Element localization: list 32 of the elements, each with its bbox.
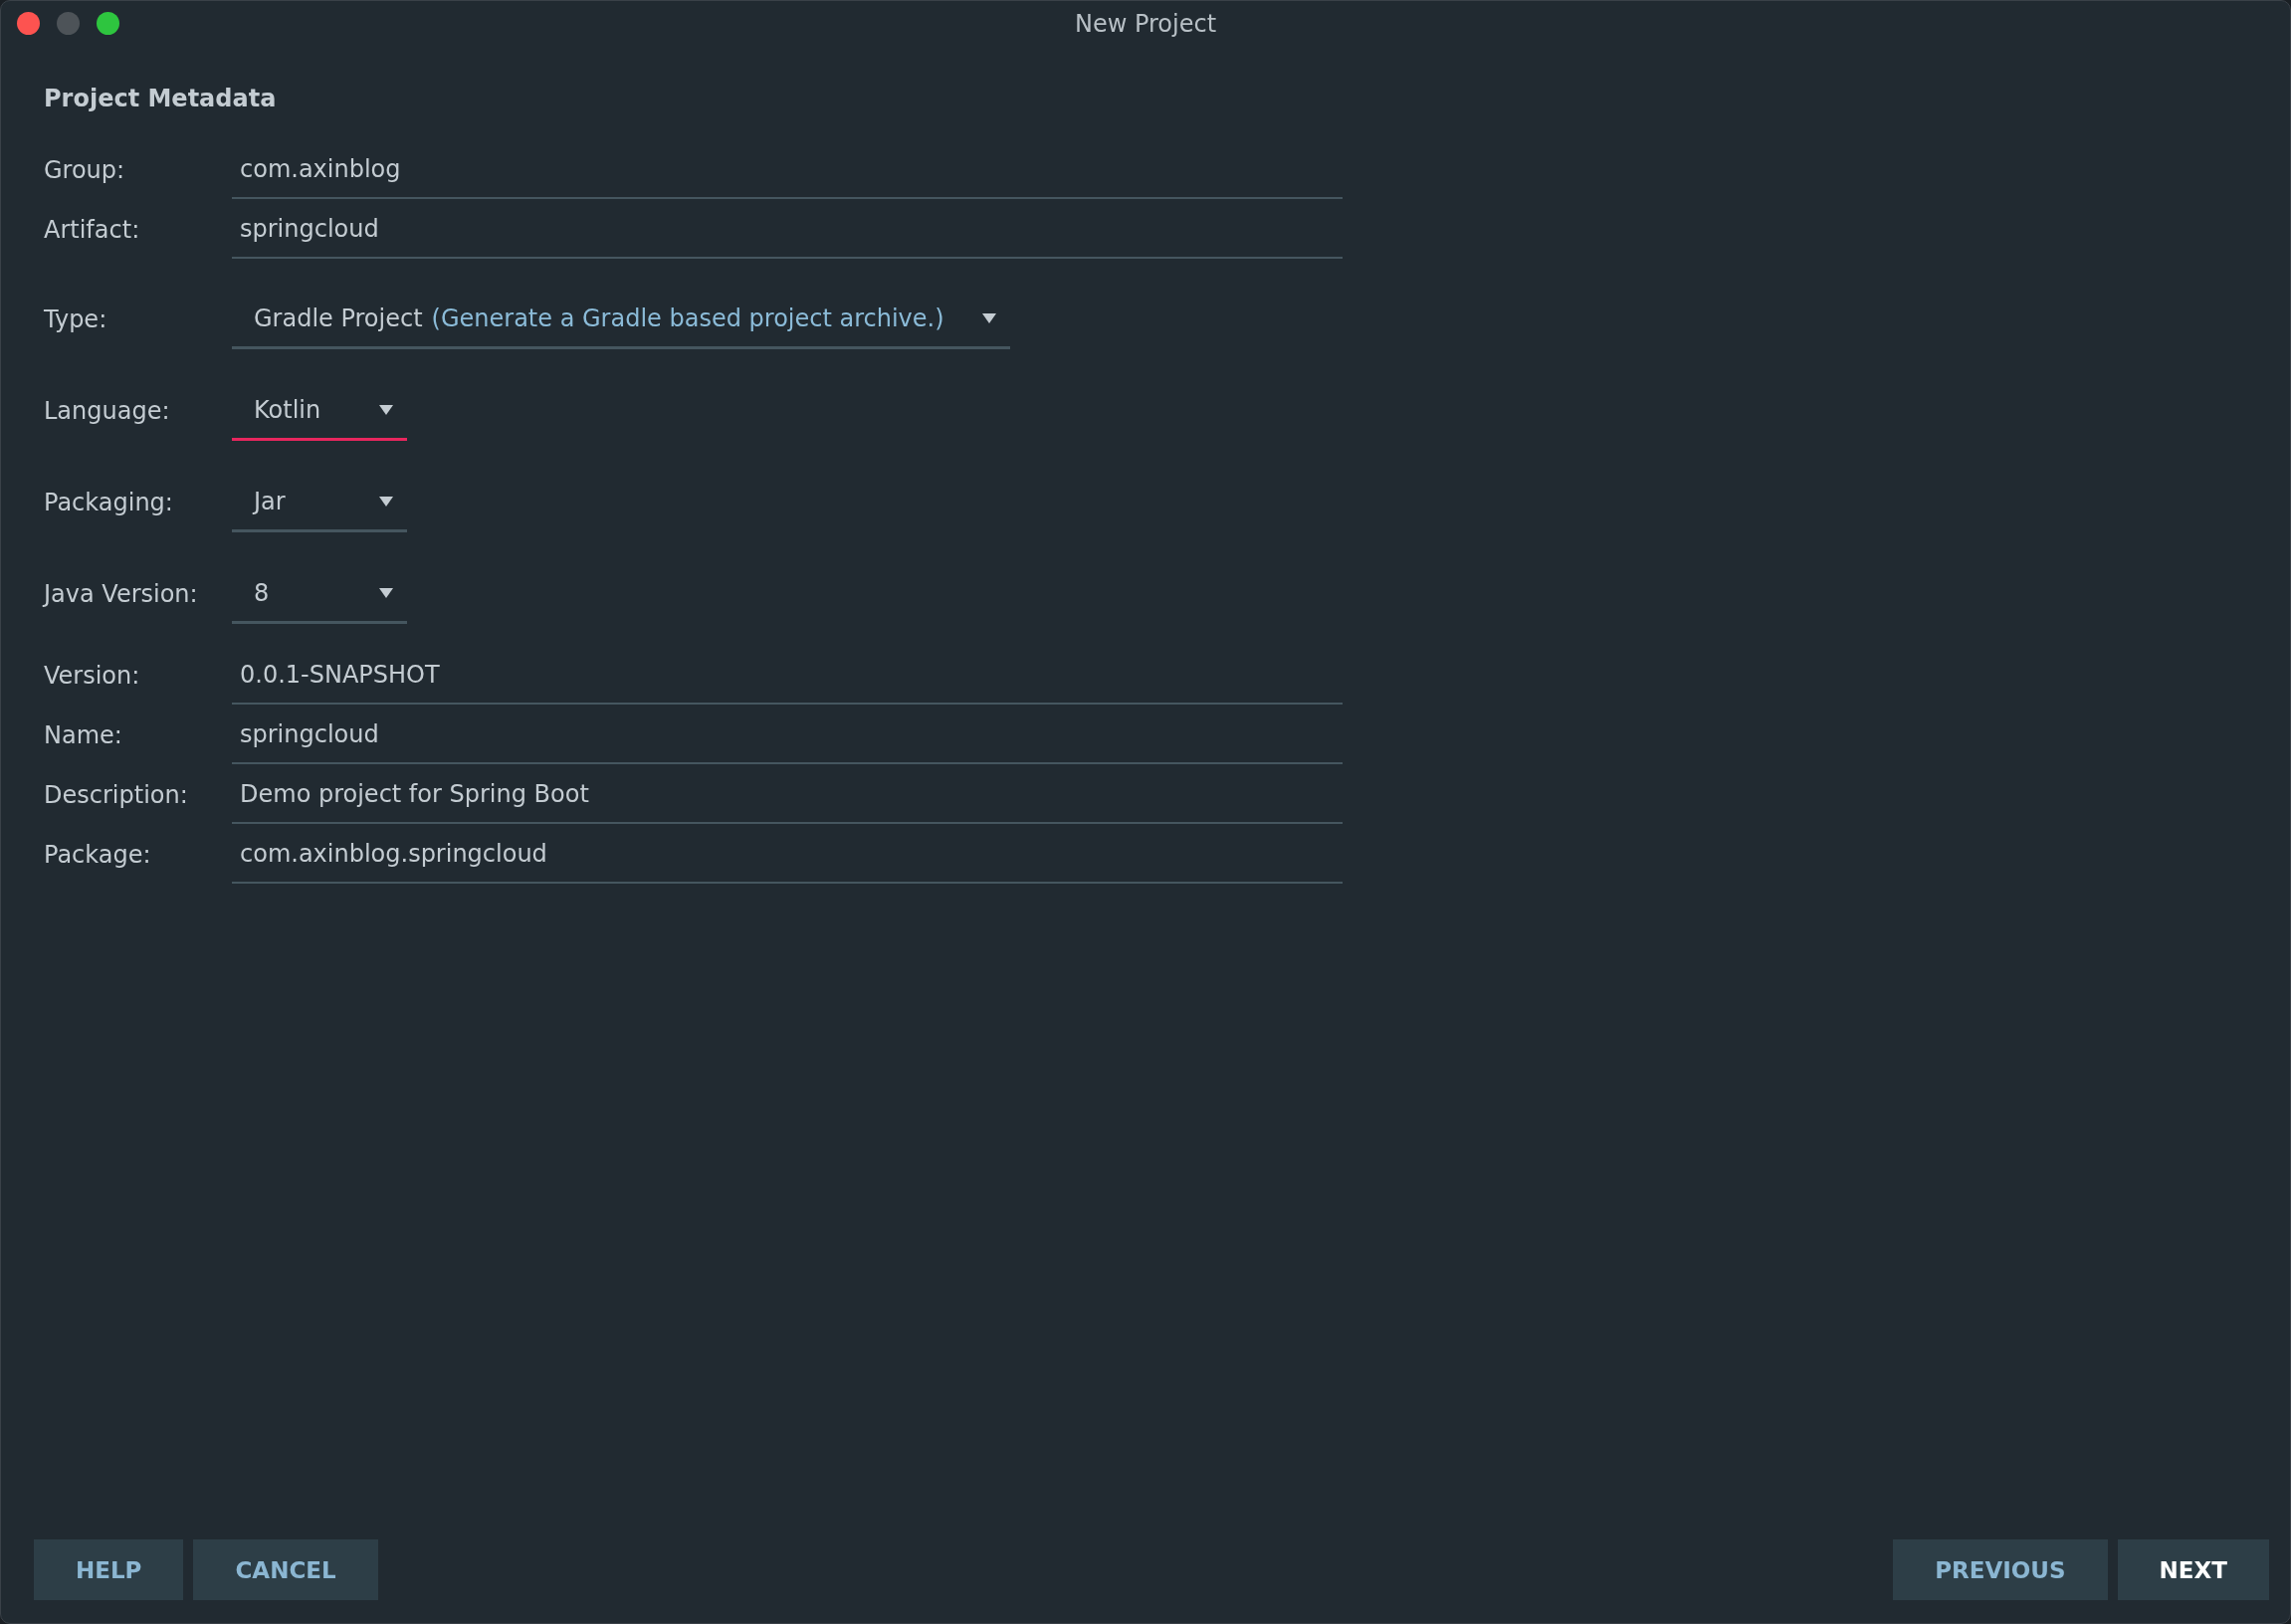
dropdown-arrow-icon bbox=[379, 404, 393, 415]
next-button[interactable]: NEXT bbox=[2117, 1539, 2269, 1600]
close-icon[interactable] bbox=[17, 12, 40, 35]
field-label: Java Version: bbox=[44, 580, 199, 608]
field-label: Description: bbox=[44, 781, 189, 809]
input-field[interactable]: Demo project for Spring Boot bbox=[232, 766, 1343, 824]
window-title: New Project bbox=[1074, 10, 1217, 38]
field-label: Group: bbox=[44, 156, 126, 184]
field-label: Artifact: bbox=[44, 216, 141, 244]
input-field[interactable]: springcloud bbox=[232, 707, 1343, 764]
field-label: Language: bbox=[44, 397, 171, 425]
field-label: Version: bbox=[44, 662, 141, 690]
zoom-icon[interactable] bbox=[97, 12, 119, 35]
section-heading: Project Metadata bbox=[44, 85, 278, 112]
dropdown[interactable]: Gradle Project (Generate a Gradle based project archive.) bbox=[232, 290, 1010, 349]
field-label: Packaging: bbox=[44, 489, 174, 516]
dropdown-arrow-icon bbox=[379, 587, 393, 598]
dropdown-arrow-icon bbox=[379, 496, 393, 507]
dialog-button[interactable]: CANCEL bbox=[193, 1539, 378, 1600]
input-field[interactable]: com.axinblog.springcloud bbox=[232, 826, 1343, 884]
input-field[interactable]: com.axinblog bbox=[232, 141, 1343, 199]
dropdown-arrow-icon bbox=[981, 312, 996, 323]
dropdown[interactable]: Jar bbox=[232, 473, 407, 532]
input-field[interactable]: 0.0.1-SNAPSHOT bbox=[232, 647, 1343, 705]
field-label: Name: bbox=[44, 721, 123, 749]
input-field[interactable]: springcloud bbox=[232, 201, 1343, 259]
field-label: Type: bbox=[44, 305, 108, 333]
dialog-button[interactable]: HELP bbox=[34, 1539, 184, 1600]
dropdown[interactable]: Kotlin bbox=[232, 381, 407, 441]
dialog-button[interactable]: PREVIOUS bbox=[1893, 1539, 2108, 1600]
dropdown[interactable]: 8 bbox=[232, 564, 407, 624]
field-label: Package: bbox=[44, 841, 152, 869]
